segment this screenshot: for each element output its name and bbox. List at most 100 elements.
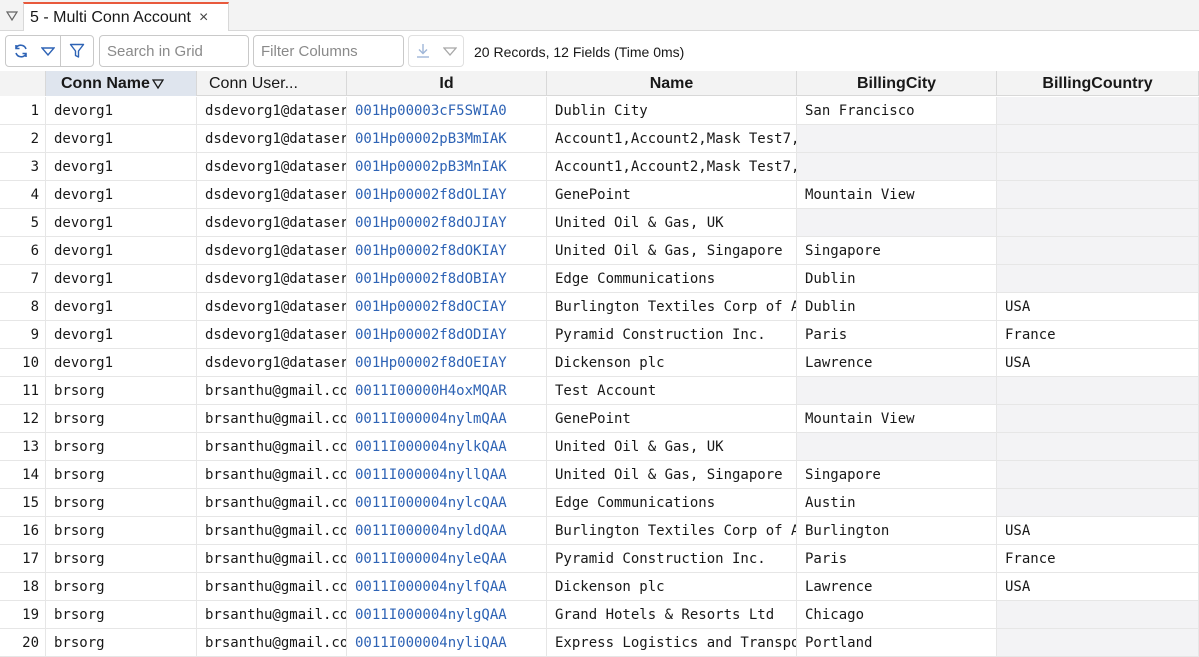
id-link[interactable]: 001Hp00002f8dOKIAY [347,237,547,264]
id-link[interactable]: 0011I000004nylfQAA [347,573,547,600]
billing-country-cell[interactable] [997,433,1199,460]
column-header-name[interactable]: Name [547,71,797,96]
conn-name-cell[interactable]: devorg1 [46,125,197,152]
column-header-billing-country[interactable]: BillingCountry [997,71,1199,96]
billing-country-cell[interactable]: France [997,321,1199,348]
name-cell[interactable]: Express Logistics and Transpor [547,629,797,656]
table-row[interactable]: 6 devorg1 dsdevorg1@dataser 001Hp00002f8dOK… [0,237,1199,265]
conn-user-cell[interactable]: dsdevorg1@dataser [197,265,347,292]
filter-button[interactable] [60,36,93,66]
conn-user-cell[interactable]: dsdevorg1@dataser [197,181,347,208]
name-cell[interactable]: Grand Hotels & Resorts Ltd [547,601,797,628]
id-link[interactable]: 001Hp00002pB3MnIAK [347,153,547,180]
conn-name-cell[interactable]: devorg1 [46,153,197,180]
billing-country-cell[interactable] [997,461,1199,488]
name-cell[interactable]: Edge Communications [547,489,797,516]
conn-user-cell[interactable]: dsdevorg1@dataser [197,237,347,264]
billing-city-cell[interactable]: Austin [797,489,997,516]
name-cell[interactable]: Burlington Textiles Corp of Am [547,293,797,320]
conn-name-cell[interactable]: brsorg [46,489,197,516]
id-link[interactable]: 001Hp00003cF5SWIA0 [347,97,547,124]
table-row[interactable]: 18 brsorg brsanthu@gmail.cor 0011I000004nyl… [0,573,1199,601]
column-header-billing-city[interactable]: BillingCity [797,71,997,96]
id-link[interactable]: 0011I000004nyleQAA [347,545,547,572]
id-link[interactable]: 0011I000004nyliQAA [347,629,547,656]
name-cell[interactable]: Account1,Account2,Mask Test7,M [547,125,797,152]
id-link[interactable]: 001Hp00002f8dOEIAY [347,349,547,376]
name-cell[interactable]: Pyramid Construction Inc. [547,321,797,348]
conn-name-cell[interactable]: brsorg [46,629,197,656]
billing-city-cell[interactable]: Paris [797,545,997,572]
conn-name-cell[interactable]: brsorg [46,461,197,488]
billing-country-cell[interactable] [997,265,1199,292]
conn-user-cell[interactable]: brsanthu@gmail.cor [197,545,347,572]
billing-city-cell[interactable] [797,209,997,236]
conn-name-cell[interactable]: devorg1 [46,237,197,264]
search-grid-input[interactable] [99,35,249,67]
conn-user-cell[interactable]: brsanthu@gmail.cor [197,377,347,404]
conn-user-cell[interactable]: dsdevorg1@dataser [197,125,347,152]
conn-name-cell[interactable]: devorg1 [46,293,197,320]
conn-name-cell[interactable]: devorg1 [46,181,197,208]
billing-country-cell[interactable] [997,181,1199,208]
name-cell[interactable]: United Oil & Gas, UK [547,209,797,236]
table-row[interactable]: 10 devorg1 dsdevorg1@dataser 001Hp00002f8dO… [0,349,1199,377]
conn-user-cell[interactable]: dsdevorg1@dataser [197,153,347,180]
name-cell[interactable]: Dublin City [547,97,797,124]
conn-user-cell[interactable]: dsdevorg1@dataser [197,349,347,376]
conn-name-cell[interactable]: brsorg [46,433,197,460]
billing-country-cell[interactable] [997,601,1199,628]
name-cell[interactable]: United Oil & Gas, UK [547,433,797,460]
conn-user-cell[interactable]: brsanthu@gmail.cor [197,433,347,460]
table-row[interactable]: 8 devorg1 dsdevorg1@dataser 001Hp00002f8dOC… [0,293,1199,321]
billing-country-cell[interactable] [997,125,1199,152]
id-link[interactable]: 0011I00000H4oxMQAR [347,377,547,404]
conn-user-cell[interactable]: brsanthu@gmail.cor [197,489,347,516]
sort-filter-icon[interactable] [151,77,165,90]
billing-country-cell[interactable]: USA [997,349,1199,376]
conn-name-cell[interactable]: devorg1 [46,209,197,236]
close-icon[interactable]: × [199,9,208,26]
refresh-button[interactable] [6,36,36,66]
name-cell[interactable]: Burlington Textiles Corp of Am [547,517,797,544]
name-cell[interactable]: Account1,Account2,Mask Test7,M [547,153,797,180]
id-link[interactable]: 0011I000004nyllQAA [347,461,547,488]
conn-user-cell[interactable]: brsanthu@gmail.cor [197,601,347,628]
billing-country-cell[interactable] [997,405,1199,432]
conn-user-cell[interactable]: brsanthu@gmail.cor [197,629,347,656]
name-cell[interactable]: GenePoint [547,405,797,432]
billing-city-cell[interactable]: Chicago [797,601,997,628]
billing-city-cell[interactable]: Dublin [797,265,997,292]
filter-columns-input[interactable] [253,35,404,67]
billing-country-cell[interactable] [997,377,1199,404]
conn-user-cell[interactable]: brsanthu@gmail.cor [197,461,347,488]
conn-name-cell[interactable]: devorg1 [46,97,197,124]
billing-city-cell[interactable]: Burlington [797,517,997,544]
conn-user-cell[interactable]: brsanthu@gmail.cor [197,573,347,600]
name-cell[interactable]: Test Account [547,377,797,404]
conn-name-cell[interactable]: brsorg [46,573,197,600]
id-link[interactable]: 0011I000004nylkQAA [347,433,547,460]
name-cell[interactable]: Dickenson plc [547,573,797,600]
conn-name-cell[interactable]: brsorg [46,517,197,544]
billing-country-cell[interactable]: USA [997,573,1199,600]
name-cell[interactable]: GenePoint [547,181,797,208]
table-row[interactable]: 11 brsorg brsanthu@gmail.cor 0011I00000H4ox… [0,377,1199,405]
id-link[interactable]: 001Hp00002f8dOBIAY [347,265,547,292]
billing-city-cell[interactable]: Lawrence [797,349,997,376]
conn-name-cell[interactable]: devorg1 [46,321,197,348]
billing-city-cell[interactable] [797,153,997,180]
table-row[interactable]: 4 devorg1 dsdevorg1@dataser 001Hp00002f8dOL… [0,181,1199,209]
name-cell[interactable]: Pyramid Construction Inc. [547,545,797,572]
conn-user-cell[interactable]: dsdevorg1@dataser [197,293,347,320]
billing-country-cell[interactable]: France [997,545,1199,572]
table-row[interactable]: 15 brsorg brsanthu@gmail.cor 0011I000004nyl… [0,489,1199,517]
billing-city-cell[interactable]: Lawrence [797,573,997,600]
billing-country-cell[interactable]: USA [997,293,1199,320]
billing-city-cell[interactable]: Mountain View [797,405,997,432]
table-row[interactable]: 12 brsorg brsanthu@gmail.cor 0011I000004nyl… [0,405,1199,433]
conn-name-cell[interactable]: brsorg [46,601,197,628]
billing-country-cell[interactable] [997,153,1199,180]
id-link[interactable]: 0011I000004nylcQAA [347,489,547,516]
billing-country-cell[interactable] [997,209,1199,236]
